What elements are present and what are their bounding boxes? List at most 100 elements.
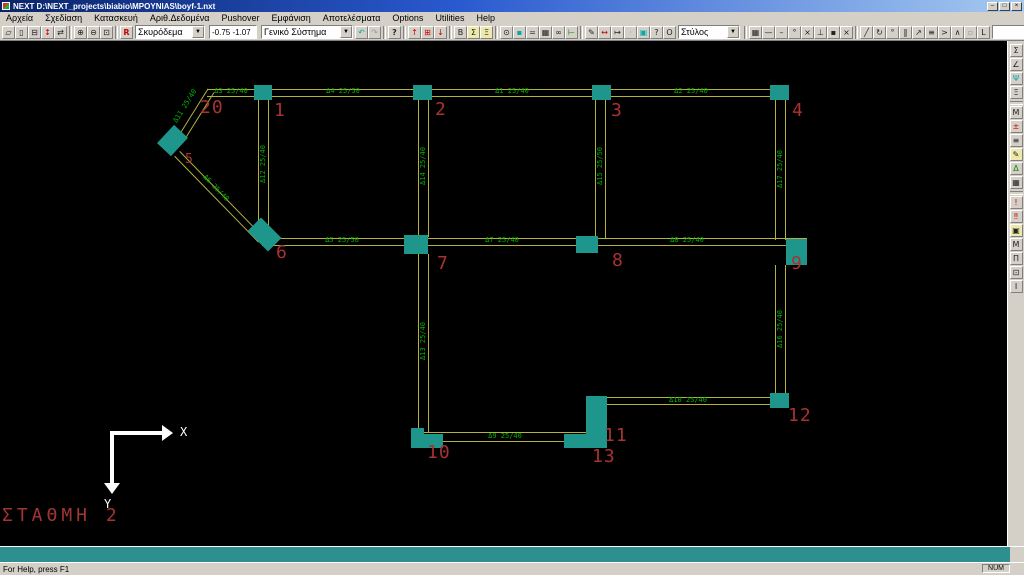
snap-icon[interactable]: · xyxy=(624,26,637,39)
menu-pushover[interactable]: Pushover xyxy=(215,12,265,24)
rt-pi-icon[interactable]: Π xyxy=(1010,252,1023,265)
undo-icon[interactable]: ↶ xyxy=(355,26,368,39)
section-bottom-icon[interactable]: Ξ xyxy=(480,26,493,39)
menu-utilities[interactable]: Utilities xyxy=(429,12,470,24)
parallel-tool-icon[interactable]: ‖ xyxy=(899,26,912,39)
edit-pencil-icon[interactable]: ✎ xyxy=(585,26,598,39)
rt-detail-icon[interactable]: ▣ xyxy=(1010,224,1023,237)
rt-warning2-icon[interactable]: ‼ xyxy=(1010,210,1023,223)
help-button[interactable]: ? xyxy=(388,26,401,39)
rt-angle-icon[interactable]: ∠ xyxy=(1010,58,1023,71)
save-icon[interactable]: ⊟ xyxy=(28,26,41,39)
column-node-8[interactable] xyxy=(576,236,598,253)
level-down-icon[interactable]: ↓ xyxy=(434,26,447,39)
wall-tool-icon[interactable]: ∞ xyxy=(552,26,565,39)
move-icon[interactable]: ↔ xyxy=(598,26,611,39)
angle-tool-icon[interactable]: > xyxy=(938,26,951,39)
menu-results[interactable]: Αποτελέσματα xyxy=(317,12,387,24)
column-node-3[interactable] xyxy=(592,85,611,100)
diagonal-tool-icon[interactable]: ↗ xyxy=(912,26,925,39)
intersection-snap-icon[interactable]: × xyxy=(801,26,814,39)
inactive-tool-icon[interactable]: ▫ xyxy=(964,26,977,39)
drawing-canvas[interactable]: Δ3 25/40 Δ4 25/50 Δ1 25/40 Δ2 25/40 Δ11 … xyxy=(0,41,1007,546)
chevron-down-icon[interactable]: ▼ xyxy=(192,26,204,38)
empty-combo[interactable]: ▼ xyxy=(992,25,1024,39)
open-file-icon[interactable]: ▱ xyxy=(2,26,15,39)
toolbar-separator xyxy=(115,26,118,39)
beam-label: Δ3 25/40 xyxy=(205,87,257,95)
arc-tool-icon[interactable]: ↻ xyxy=(873,26,886,39)
redo-icon[interactable]: ↷ xyxy=(368,26,381,39)
rt-xi-icon[interactable]: Ξ xyxy=(1010,86,1023,99)
circle-tool-icon[interactable]: ° xyxy=(886,26,899,39)
element-type-combo[interactable]: Στύλος ▼ xyxy=(678,25,740,39)
circle-icon[interactable]: Ο xyxy=(663,26,676,39)
r-button[interactable]: R xyxy=(120,26,133,39)
rt-loads-icon[interactable]: Σ xyxy=(1010,44,1023,57)
column-node-2[interactable] xyxy=(413,85,432,100)
midpoint-snap-icon[interactable]: ▪ xyxy=(827,26,840,39)
point-snap-icon[interactable]: ° xyxy=(788,26,801,39)
material-combo[interactable]: Σκυρόδεμα ▼ xyxy=(135,25,205,39)
chevron-down-icon[interactable]: ▼ xyxy=(727,26,739,38)
triangle-tool-icon[interactable]: ∧ xyxy=(951,26,964,39)
new-file-icon[interactable]: ▯ xyxy=(15,26,28,39)
rt-pencil-icon[interactable]: ✎ xyxy=(1010,148,1023,161)
menu-file[interactable]: Αρχεία xyxy=(0,12,39,24)
coordinate-system-combo[interactable]: Γενικό Σύστημα ▼ xyxy=(261,25,353,39)
zoom-in-icon[interactable]: ⊕ xyxy=(74,26,87,39)
section-top-icon[interactable]: Σ xyxy=(467,26,480,39)
menu-help[interactable]: Help xyxy=(470,12,501,24)
node-number-9: 9 xyxy=(791,255,803,273)
offset-tool-icon[interactable]: ≡ xyxy=(925,26,938,39)
extend-icon[interactable]: ↦ xyxy=(611,26,624,39)
column-node-12[interactable] xyxy=(770,393,789,408)
support-tool-icon[interactable]: ⊢ xyxy=(565,26,578,39)
menu-display[interactable]: Εμφάνιση xyxy=(265,12,316,24)
menu-options[interactable]: Options xyxy=(386,12,429,24)
rt-delta-icon[interactable]: Δ xyxy=(1010,162,1023,175)
rt-warning-icon[interactable]: ! xyxy=(1010,196,1023,209)
column-node-7[interactable] xyxy=(404,235,428,254)
menu-drawing[interactable]: Σχεδίαση xyxy=(39,12,88,24)
menu-construction[interactable]: Κατασκευή xyxy=(88,12,144,24)
grid-icon[interactable]: ▦ xyxy=(749,26,762,39)
rt-psi-icon[interactable]: Ψ xyxy=(1010,72,1023,85)
level-up-icon[interactable]: ↑ xyxy=(408,26,421,39)
slab-tool-icon[interactable]: ▦ xyxy=(539,26,552,39)
menu-numeric-data[interactable]: Αριθ.Δεδομένα xyxy=(144,12,216,24)
rt-frame-icon[interactable]: ⊡ xyxy=(1010,266,1023,279)
coordinates-field[interactable] xyxy=(209,25,257,39)
close-button[interactable]: × xyxy=(1011,2,1022,11)
import-export-icon[interactable]: ↕ xyxy=(41,26,54,39)
minimize-button[interactable]: – xyxy=(987,2,998,11)
perpendicular-snap-icon[interactable]: ⊥ xyxy=(814,26,827,39)
query-icon[interactable]: ? xyxy=(650,26,663,39)
beam-tool-icon[interactable]: = xyxy=(526,26,539,39)
column-node-4[interactable] xyxy=(770,85,789,100)
rt-layers-icon[interactable]: ≡ xyxy=(1010,134,1023,147)
beam-label: Δ17 25/40 xyxy=(776,141,784,197)
rt-m-icon[interactable]: Μ xyxy=(1010,238,1023,251)
hline2-icon[interactable]: – xyxy=(775,26,788,39)
selection-box-icon[interactable]: ▣ xyxy=(637,26,650,39)
delete-snap-icon[interactable]: × xyxy=(840,26,853,39)
rt-plusminus-icon[interactable]: ± xyxy=(1010,120,1023,133)
zoom-out-icon[interactable]: ⊖ xyxy=(87,26,100,39)
rt-table-icon[interactable]: ▦ xyxy=(1010,176,1023,189)
refresh-icon[interactable]: ⇄ xyxy=(54,26,67,39)
rt-mu-icon[interactable]: Μ xyxy=(1010,106,1023,119)
node-tool-icon[interactable]: ⊙ xyxy=(500,26,513,39)
beta-section-icon[interactable]: Β xyxy=(454,26,467,39)
chevron-down-icon[interactable]: ▼ xyxy=(340,26,352,38)
zoom-window-icon[interactable]: ⊡ xyxy=(100,26,113,39)
maximize-button[interactable]: □ xyxy=(999,2,1010,11)
l-tool-icon[interactable]: L xyxy=(977,26,990,39)
line-tool-icon[interactable]: ╱ xyxy=(860,26,873,39)
toolbar-separator xyxy=(449,26,452,39)
beam-label: Δ10 25/40 xyxy=(604,396,772,404)
rt-i-icon[interactable]: Ι xyxy=(1010,280,1023,293)
grid-levels-icon[interactable]: ⊞ xyxy=(421,26,434,39)
column-tool-icon[interactable]: ▪ xyxy=(513,26,526,39)
hline-icon[interactable]: — xyxy=(762,26,775,39)
